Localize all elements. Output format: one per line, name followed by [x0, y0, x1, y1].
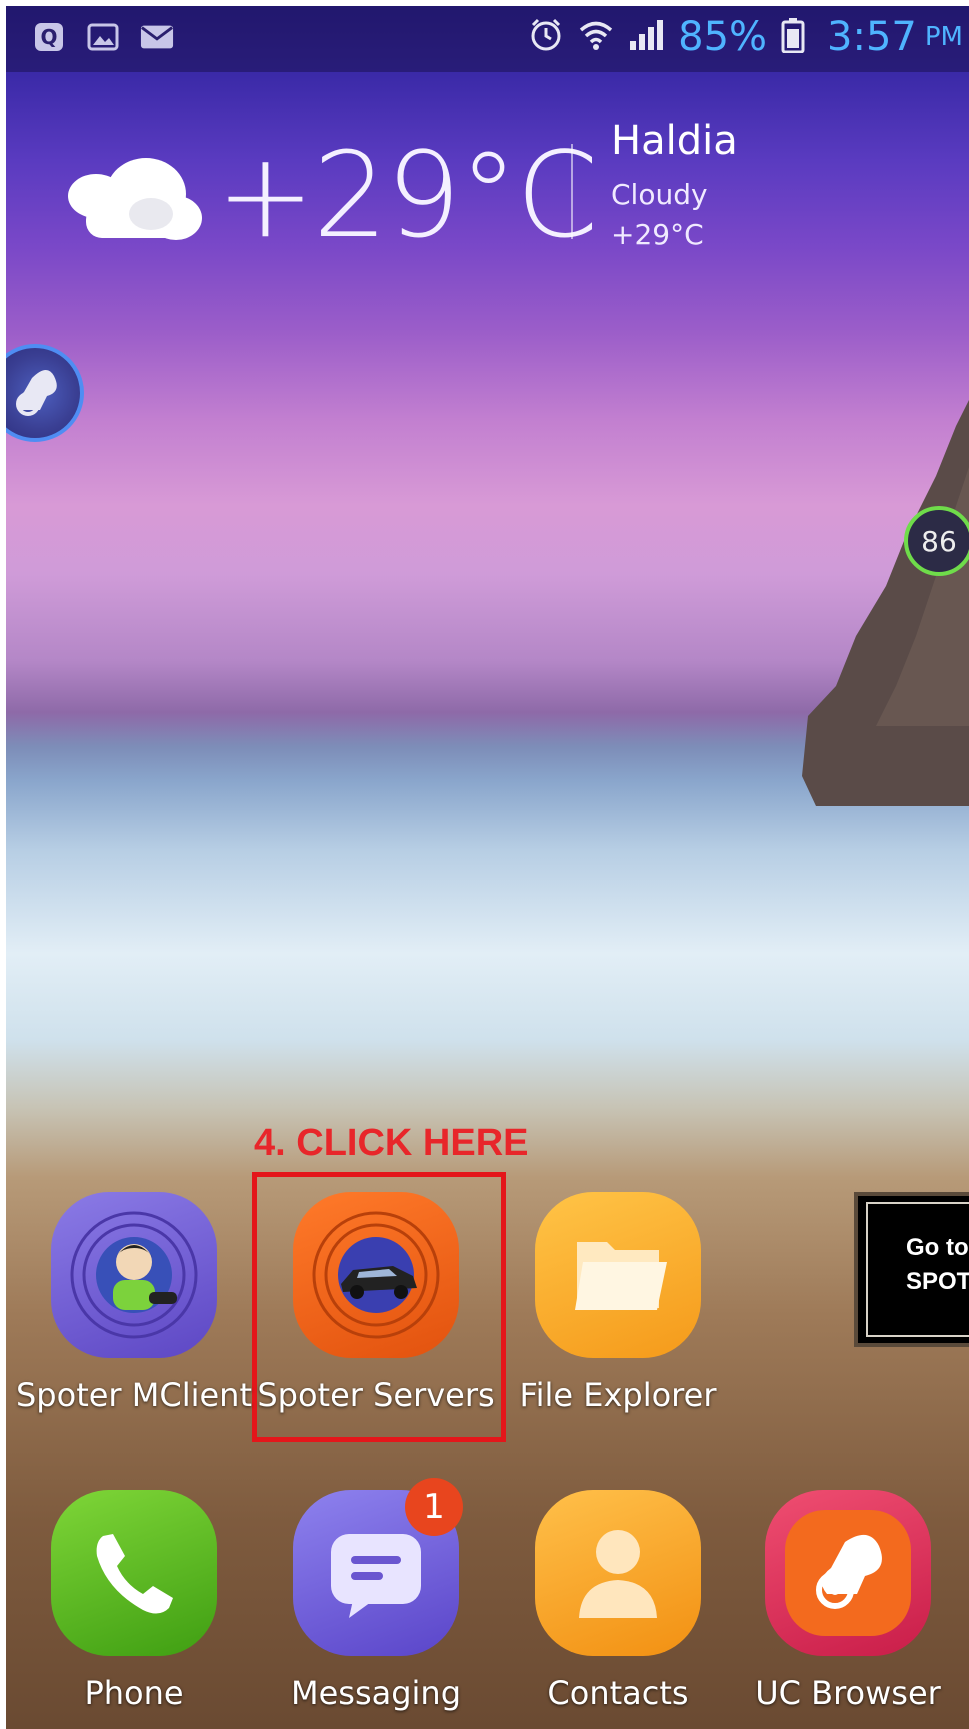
app-label: Contacts — [547, 1674, 689, 1712]
spoter-servers-icon — [293, 1192, 459, 1358]
q-app-icon: Q — [32, 20, 66, 54]
status-bar: Q 85% 3:57 PM — [6, 6, 969, 72]
contact-person-icon — [535, 1490, 701, 1656]
wifi-icon — [578, 19, 614, 55]
uc-squirrel-icon — [765, 1490, 931, 1656]
tooltip-line-2: SPOTE — [906, 1268, 969, 1295]
app-label: UC Browser — [755, 1674, 941, 1712]
cloud-icon — [56, 156, 206, 250]
floating-uc-button[interactable] — [6, 344, 84, 442]
clock-ampm: PM — [924, 22, 963, 52]
memory-booster-badge[interactable]: 86 — [904, 506, 969, 576]
clock-time: 3:57 — [827, 14, 917, 60]
instruction-tooltip: Go to SPOTE — [854, 1192, 969, 1347]
dock-app-contacts[interactable]: Contacts — [498, 1490, 738, 1712]
app-label: Spoter Servers — [257, 1376, 495, 1414]
temperature-large: +29°C — [216, 126, 598, 264]
dock-app-phone[interactable]: Phone — [14, 1490, 254, 1712]
tooltip-line-1: Go to — [906, 1234, 969, 1261]
squirrel-icon — [16, 369, 57, 416]
cliff-rock — [802, 400, 969, 806]
app-label: Spoter MClient — [15, 1376, 252, 1414]
signal-icon — [628, 19, 664, 55]
dock-app-messaging[interactable]: 1 Messaging — [256, 1478, 496, 1712]
weather-temperature-small: +29°C — [611, 218, 704, 251]
gallery-icon — [86, 20, 120, 54]
annotation-title: 4. CLICK HERE — [254, 1122, 529, 1164]
svg-text:Q: Q — [40, 25, 57, 49]
battery-icon — [781, 17, 805, 57]
weather-divider — [571, 144, 573, 239]
weather-city: Haldia — [611, 118, 738, 164]
app-file-explorer[interactable]: File Explorer — [498, 1192, 738, 1414]
phone-icon — [51, 1490, 217, 1656]
dock-app-uc-browser[interactable]: UC Browser — [728, 1490, 968, 1712]
app-spoter-servers[interactable]: Spoter Servers — [256, 1192, 496, 1414]
unread-badge: 1 — [405, 1478, 463, 1536]
status-bar-left: Q — [32, 20, 174, 54]
weather-condition: Cloudy — [611, 178, 708, 211]
home-screen: Q 85% 3:57 PM +29°C Haldia Cloudy +29°C … — [6, 6, 969, 1729]
app-label: Phone — [84, 1674, 184, 1712]
message-icon: 1 — [293, 1478, 463, 1656]
mail-icon — [140, 20, 174, 54]
status-bar-right: 85% 3:57 PM — [528, 14, 963, 60]
app-spoter-mclient[interactable]: Spoter MClient — [14, 1192, 254, 1414]
app-label: Messaging — [290, 1674, 462, 1712]
spoter-mclient-icon — [51, 1192, 217, 1358]
battery-percent: 85% — [678, 14, 768, 60]
folder-icon — [535, 1192, 701, 1358]
app-label: File Explorer — [519, 1376, 717, 1414]
alarm-icon — [528, 17, 564, 57]
